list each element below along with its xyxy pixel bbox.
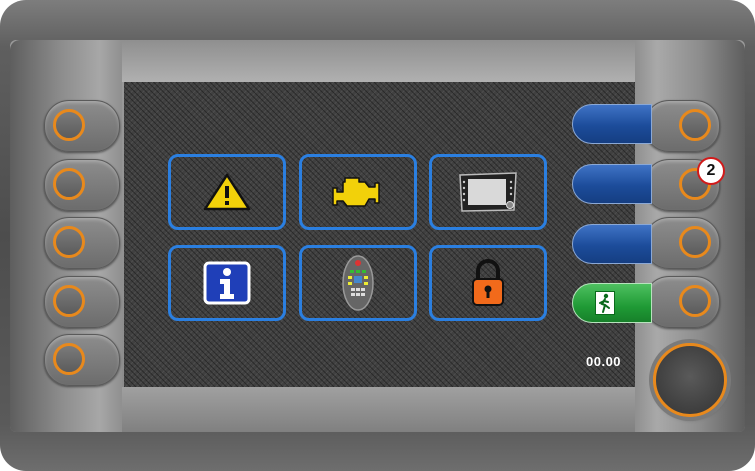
softkey-exit[interactable] — [572, 283, 652, 323]
display-settings-icon — [459, 172, 517, 212]
lock-icon — [472, 259, 504, 306]
right-hw-button-3[interactable] — [644, 217, 720, 269]
right-hw-button-4[interactable] — [644, 276, 720, 328]
left-hw-button-2[interactable] — [44, 159, 120, 211]
info-icon — [203, 261, 251, 305]
keypad-icon — [342, 255, 374, 311]
screen-top-frame — [122, 40, 635, 82]
callout-marker: 2 — [697, 157, 725, 185]
menu-tile-info[interactable] — [168, 245, 286, 321]
display-screen — [124, 82, 635, 387]
left-hw-button-4[interactable] — [44, 276, 120, 328]
button-ring — [53, 109, 85, 141]
exit-icon — [595, 291, 615, 315]
menu-tile-display[interactable] — [429, 154, 547, 230]
left-hw-button-5[interactable] — [44, 334, 120, 386]
menu-tile-engine[interactable] — [299, 154, 417, 230]
button-ring — [679, 285, 711, 317]
button-ring — [53, 226, 85, 258]
menu-tile-keypad[interactable] — [299, 245, 417, 321]
warning-icon — [203, 173, 251, 211]
right-hw-button-1[interactable] — [644, 100, 720, 152]
screen-bottom-frame — [122, 387, 635, 432]
softkey-3[interactable] — [572, 224, 652, 264]
button-ring — [679, 226, 711, 258]
button-ring — [679, 109, 711, 141]
softkey-1[interactable] — [572, 104, 652, 144]
left-hw-button-3[interactable] — [44, 217, 120, 269]
device-frame: 00.00 2 — [0, 0, 755, 471]
engine-icon — [332, 177, 380, 207]
clock-readout: 00.00 — [586, 354, 622, 369]
button-ring — [53, 285, 85, 317]
button-ring — [53, 343, 85, 375]
button-ring — [53, 168, 85, 200]
softkey-2[interactable] — [572, 164, 652, 204]
menu-tile-lock[interactable] — [429, 245, 547, 321]
rotary-knob[interactable] — [653, 343, 727, 417]
left-hw-button-1[interactable] — [44, 100, 120, 152]
menu-tile-warnings[interactable] — [168, 154, 286, 230]
